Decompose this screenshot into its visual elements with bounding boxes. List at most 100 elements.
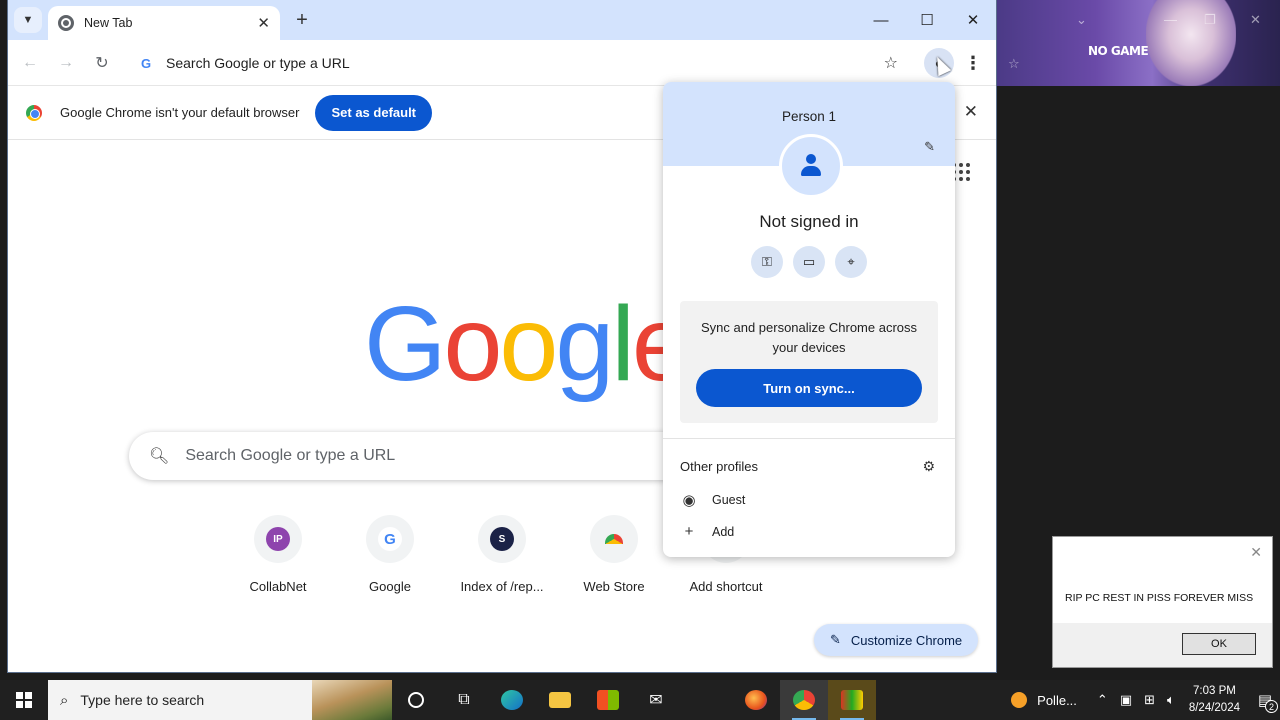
index-s-icon: S bbox=[490, 527, 514, 551]
turn-on-sync-button[interactable]: Turn on sync... bbox=[696, 369, 922, 407]
key-icon[interactable]: ⚿ bbox=[751, 246, 783, 278]
avatar bbox=[779, 134, 843, 198]
windows-logo-icon bbox=[16, 692, 32, 708]
taskbar-search-placeholder: Type here to search bbox=[80, 692, 205, 708]
location-pin-icon[interactable]: ⌖ bbox=[835, 246, 867, 278]
shortcut-web-store[interactable]: Web Store bbox=[558, 515, 670, 594]
volume-muted-icon[interactable]: 🔈︎ bbox=[1167, 692, 1175, 708]
chevron-up-icon[interactable]: ⌃ bbox=[1097, 692, 1108, 708]
ok-button[interactable]: OK bbox=[1182, 633, 1256, 655]
wallpaper-strip: NO GAME ⌄ — ❐ ✕ ☆ bbox=[996, 0, 1280, 86]
add-profile-item[interactable]: + Add bbox=[680, 523, 735, 540]
pencil-icon: ✎ bbox=[830, 632, 841, 647]
new-tab-button[interactable]: + bbox=[290, 8, 314, 32]
sun-icon bbox=[1011, 692, 1028, 708]
ghost-minimize-icon: — bbox=[1164, 12, 1177, 27]
reload-button[interactable]: ↻ bbox=[90, 51, 114, 75]
task-view-icon[interactable]: ⧉ bbox=[440, 680, 488, 720]
infobar-close-icon[interactable]: ✕ bbox=[964, 102, 978, 122]
gear-icon[interactable]: ⚙ bbox=[922, 458, 935, 475]
edit-pencil-icon[interactable]: ✎ bbox=[924, 139, 935, 155]
web-store-icon bbox=[605, 534, 623, 544]
ghost-star-icon: ☆ bbox=[1008, 56, 1020, 71]
chrome-menu-button[interactable]: ⋮ bbox=[963, 51, 983, 75]
address-bar[interactable]: G Search Google or type a URL ☆ bbox=[130, 46, 910, 80]
dialog-message: RIP PC REST IN PISS FOREVER MISS bbox=[1065, 592, 1254, 604]
shortcut-label: CollabNet bbox=[249, 579, 307, 594]
infobar-message: Google Chrome isn't your default browser bbox=[60, 105, 300, 120]
cortana-icon[interactable] bbox=[392, 680, 440, 720]
guest-profile-item[interactable]: ◉ Guest bbox=[680, 491, 745, 509]
bookmark-star-icon[interactable]: ☆ bbox=[884, 53, 898, 73]
dialog-footer: OK bbox=[1053, 623, 1272, 667]
close-window-button[interactable]: ✕ bbox=[950, 8, 996, 32]
person-icon bbox=[800, 154, 822, 178]
forward-button[interactable]: → bbox=[54, 51, 78, 75]
tab-close-icon[interactable]: ✕ bbox=[257, 14, 270, 32]
chrome-favicon-icon bbox=[58, 15, 74, 31]
profile-name: Person 1 bbox=[781, 109, 837, 124]
notification-center-button[interactable]: ▤ 2 bbox=[1250, 680, 1280, 720]
shortcut-google[interactable]: G Google bbox=[334, 515, 446, 594]
taskbar: ⌕ Type here to search ⧉ ✉ Polle... ⌃ ▣ ⊞… bbox=[0, 680, 1280, 720]
collabnet-icon: IP bbox=[266, 527, 290, 551]
mail-icon[interactable]: ✉ bbox=[632, 680, 680, 720]
google-g-icon: G bbox=[140, 55, 152, 71]
ntp-search-box[interactable]: 🔍︎ Search Google or type a URL bbox=[129, 432, 729, 480]
search-icon: ⌕ bbox=[60, 691, 69, 709]
other-profiles-heading: Other profiles bbox=[680, 459, 759, 474]
google-g-icon: G bbox=[378, 527, 402, 551]
clock[interactable]: 7:03 PM 8/24/2024 bbox=[1189, 683, 1240, 717]
maximize-button[interactable]: ☐ bbox=[904, 8, 950, 32]
ntp-search-placeholder: Search Google or type a URL bbox=[185, 447, 396, 464]
clock-date: 8/24/2024 bbox=[1188, 702, 1240, 714]
taskbar-search[interactable]: ⌕ Type here to search bbox=[48, 680, 392, 720]
weather-widget[interactable]: Polle... bbox=[1011, 692, 1077, 708]
shortcut-collabnet[interactable]: IP CollabNet bbox=[222, 515, 334, 594]
file-explorer-icon[interactable] bbox=[536, 680, 584, 720]
credit-card-icon[interactable]: ▭ bbox=[793, 246, 825, 278]
autofill-shortcuts: ⚿ ▭ ⌖ bbox=[751, 246, 867, 278]
tab-new-tab[interactable]: New Tab ✕ bbox=[48, 6, 280, 40]
profile-menu: Person 1 ✎ Not signed in ⚿ ▭ ⌖ Sync and … bbox=[663, 82, 955, 557]
google-logo: Google bbox=[364, 285, 691, 403]
guest-label: Guest bbox=[712, 493, 746, 507]
chrome-logo-icon bbox=[26, 104, 42, 121]
guest-icon: ◉ bbox=[682, 492, 696, 509]
customize-chrome-button[interactable]: ✎ Customize Chrome bbox=[814, 624, 979, 656]
plus-icon: + bbox=[684, 523, 694, 540]
start-button[interactable] bbox=[0, 680, 48, 720]
system-tray: Polle... ⌃ ▣ ⊞ 🔈︎ 7:03 PM 8/24/2024 ▤ 2 bbox=[1011, 680, 1280, 720]
chrome-taskbar-icon[interactable] bbox=[780, 680, 828, 720]
tab-title: New Tab bbox=[84, 16, 133, 30]
message-dialog: ✕ RIP PC REST IN PISS FOREVER MISS OK bbox=[1052, 536, 1273, 668]
meet-now-icon[interactable]: ▣ bbox=[1120, 692, 1132, 708]
shortcut-label: Google bbox=[369, 579, 411, 594]
title-bar: ▼ New Tab ✕ + — ☐ ✕ bbox=[8, 0, 996, 40]
tab-search-button[interactable]: ▼ bbox=[14, 7, 42, 33]
ghost-chevron-icon: ⌄ bbox=[1076, 12, 1087, 27]
add-label: Add bbox=[712, 524, 735, 539]
shortcut-label: Web Store bbox=[583, 579, 645, 594]
store-icon[interactable] bbox=[584, 680, 632, 720]
sync-promo: Sync and personalize Chrome across your … bbox=[680, 301, 938, 423]
dialog-close-icon[interactable]: ✕ bbox=[1250, 544, 1262, 561]
network-icon[interactable]: ⊞ bbox=[1144, 692, 1155, 708]
sync-message: Sync and personalize Chrome across your … bbox=[700, 320, 918, 355]
chevron-down-icon: ▼ bbox=[22, 14, 34, 26]
clock-time: 7:03 PM bbox=[1193, 685, 1236, 697]
set-as-default-button[interactable]: Set as default bbox=[315, 94, 433, 131]
shortcut-index-of-rep[interactable]: S Index of /rep... bbox=[446, 515, 558, 594]
wallpaper-logo: NO GAME bbox=[1088, 44, 1149, 58]
firefox-icon[interactable] bbox=[732, 680, 780, 720]
shortcut-label: Index of /rep... bbox=[460, 579, 544, 594]
app-taskbar-icon[interactable] bbox=[828, 680, 876, 720]
divider bbox=[663, 438, 955, 439]
search-highlight-art bbox=[312, 680, 392, 720]
shortcut-label: Add shortcut bbox=[689, 579, 763, 594]
back-button[interactable]: ← bbox=[18, 51, 42, 75]
minimize-button[interactable]: — bbox=[858, 8, 904, 32]
edge-icon[interactable] bbox=[488, 680, 536, 720]
toolbar: ← → ↻ G Search Google or type a URL ☆ ● … bbox=[8, 40, 996, 86]
sign-in-status: Not signed in bbox=[759, 212, 859, 231]
